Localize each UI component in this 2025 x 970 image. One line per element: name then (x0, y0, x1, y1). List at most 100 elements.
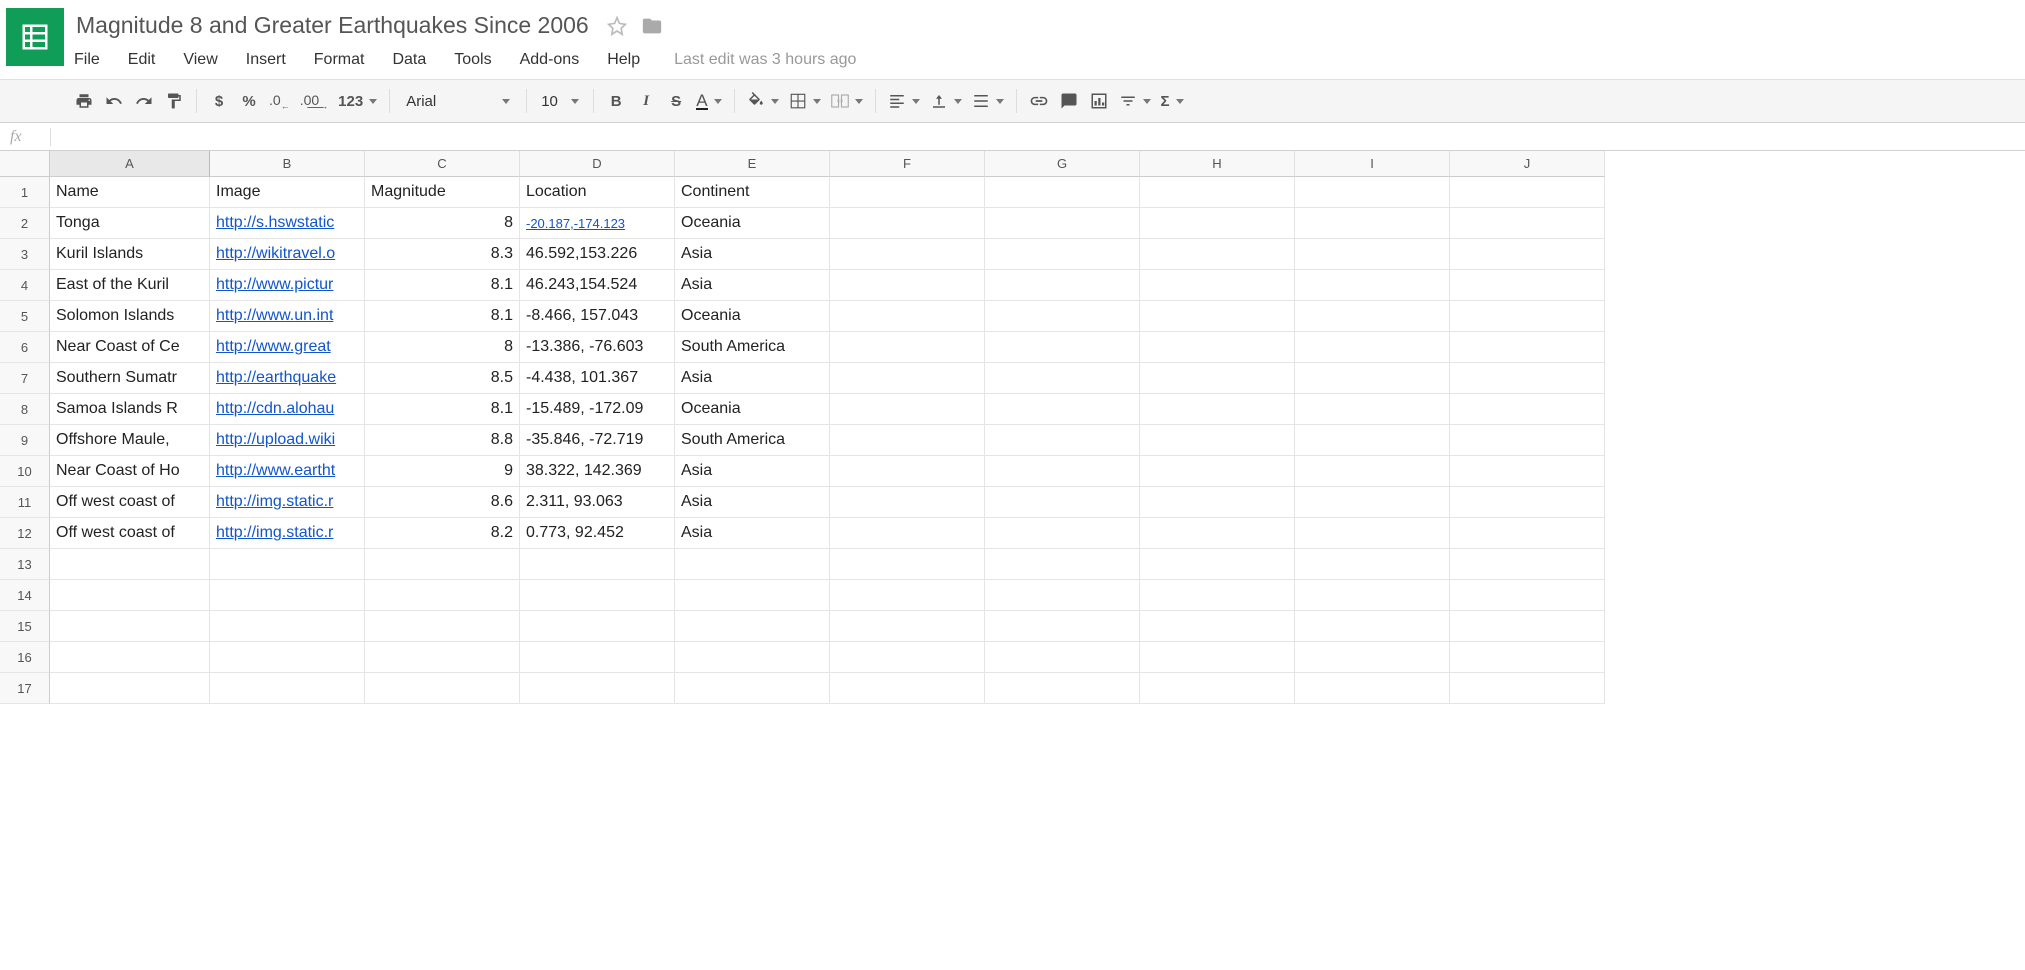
column-header-E[interactable]: E (675, 151, 830, 177)
document-title[interactable]: Magnitude 8 and Greater Earthquakes Sinc… (72, 10, 593, 41)
cell-location[interactable]: 2.311, 93.063 (520, 487, 675, 518)
cell[interactable] (1450, 642, 1605, 673)
cell[interactable] (985, 301, 1140, 332)
cell[interactable] (1450, 425, 1605, 456)
cell-continent[interactable]: South America (675, 332, 830, 363)
column-header-C[interactable]: C (365, 151, 520, 177)
cell-image[interactable]: http://earthquake (210, 363, 365, 394)
insert-comment-button[interactable] (1055, 87, 1083, 115)
merge-cells-button[interactable] (827, 87, 867, 115)
cell[interactable] (830, 518, 985, 549)
cell[interactable] (1140, 580, 1295, 611)
cell-magnitude[interactable]: 8 (365, 332, 520, 363)
cell-magnitude[interactable]: 8.1 (365, 301, 520, 332)
cell[interactable] (1295, 580, 1450, 611)
cell[interactable] (1295, 394, 1450, 425)
cell[interactable] (1295, 239, 1450, 270)
column-header-B[interactable]: B (210, 151, 365, 177)
cell[interactable] (830, 580, 985, 611)
cell-image[interactable]: http://img.static.r (210, 518, 365, 549)
cell-continent[interactable]: Asia (675, 456, 830, 487)
cell[interactable] (830, 673, 985, 704)
cell[interactable] (985, 611, 1140, 642)
cell[interactable] (1295, 208, 1450, 239)
cell[interactable] (50, 580, 210, 611)
cell[interactable] (365, 611, 520, 642)
cell[interactable] (830, 270, 985, 301)
cell[interactable] (520, 611, 675, 642)
italic-button[interactable]: I (632, 87, 660, 115)
header-cell[interactable]: Magnitude (365, 177, 520, 208)
menu-tools[interactable]: Tools (440, 47, 505, 73)
insert-link-button[interactable] (1025, 87, 1053, 115)
cell[interactable] (1450, 363, 1605, 394)
cell[interactable] (675, 642, 830, 673)
cell[interactable] (985, 332, 1140, 363)
cell[interactable] (210, 611, 365, 642)
cell-image[interactable]: http://wikitravel.o (210, 239, 365, 270)
cell[interactable] (50, 611, 210, 642)
cell[interactable] (830, 611, 985, 642)
cell-image[interactable]: http://upload.wiki (210, 425, 365, 456)
cell-magnitude[interactable]: 8 (365, 208, 520, 239)
cell[interactable] (985, 363, 1140, 394)
cell[interactable] (50, 673, 210, 704)
cell[interactable] (210, 642, 365, 673)
cell-image[interactable]: http://www.eartht (210, 456, 365, 487)
cell[interactable] (1140, 642, 1295, 673)
cell-location[interactable]: 46.592,153.226 (520, 239, 675, 270)
cell-name[interactable]: Offshore Maule, (50, 425, 210, 456)
cell[interactable] (1450, 177, 1605, 208)
cell[interactable] (985, 177, 1140, 208)
cell[interactable] (985, 549, 1140, 580)
cell[interactable] (985, 425, 1140, 456)
cell[interactable] (985, 456, 1140, 487)
cell[interactable] (985, 270, 1140, 301)
cell[interactable] (1450, 673, 1605, 704)
cell[interactable] (1295, 549, 1450, 580)
cell[interactable] (675, 549, 830, 580)
cell-name[interactable]: Kuril Islands (50, 239, 210, 270)
spreadsheet-grid[interactable]: ABCDEFGHIJ 1234567891011121314151617 Nam… (0, 151, 2025, 951)
cell-name[interactable]: Off west coast of (50, 518, 210, 549)
cell-location[interactable]: 46.243,154.524 (520, 270, 675, 301)
row-header-2[interactable]: 2 (0, 208, 50, 239)
cell[interactable] (1295, 332, 1450, 363)
cell-name[interactable]: Off west coast of (50, 487, 210, 518)
cell[interactable] (985, 580, 1140, 611)
currency-button[interactable]: $ (205, 87, 233, 115)
cell[interactable] (1140, 239, 1295, 270)
increase-decimal-button[interactable]: .0̲0̲→ (296, 87, 332, 115)
cell-name[interactable]: Near Coast of Ho (50, 456, 210, 487)
cell[interactable] (1450, 208, 1605, 239)
cell[interactable] (1450, 580, 1605, 611)
formula-input[interactable] (61, 129, 2025, 145)
cell[interactable] (1140, 270, 1295, 301)
cell-magnitude[interactable]: 8.1 (365, 270, 520, 301)
cell[interactable] (985, 518, 1140, 549)
cell[interactable] (1295, 673, 1450, 704)
cell[interactable] (1295, 456, 1450, 487)
row-header-14[interactable]: 14 (0, 580, 50, 611)
cell[interactable] (1295, 363, 1450, 394)
paint-format-button[interactable] (160, 87, 188, 115)
cell-continent[interactable]: Oceania (675, 394, 830, 425)
menu-view[interactable]: View (169, 47, 231, 73)
cell[interactable] (1295, 518, 1450, 549)
cell[interactable] (365, 673, 520, 704)
cell[interactable] (985, 394, 1140, 425)
cell-continent[interactable]: Asia (675, 518, 830, 549)
menu-edit[interactable]: Edit (114, 47, 170, 73)
fill-color-button[interactable] (743, 87, 783, 115)
menu-format[interactable]: Format (300, 47, 379, 73)
row-header-3[interactable]: 3 (0, 239, 50, 270)
cell[interactable] (520, 580, 675, 611)
cell[interactable] (1295, 270, 1450, 301)
cell[interactable] (830, 332, 985, 363)
cell[interactable] (1450, 301, 1605, 332)
cell-location[interactable]: -20.187,-174.123 (520, 208, 675, 239)
cell-magnitude[interactable]: 8.8 (365, 425, 520, 456)
cell-magnitude[interactable]: 8.6 (365, 487, 520, 518)
star-icon[interactable] (607, 16, 627, 36)
cell[interactable] (830, 487, 985, 518)
